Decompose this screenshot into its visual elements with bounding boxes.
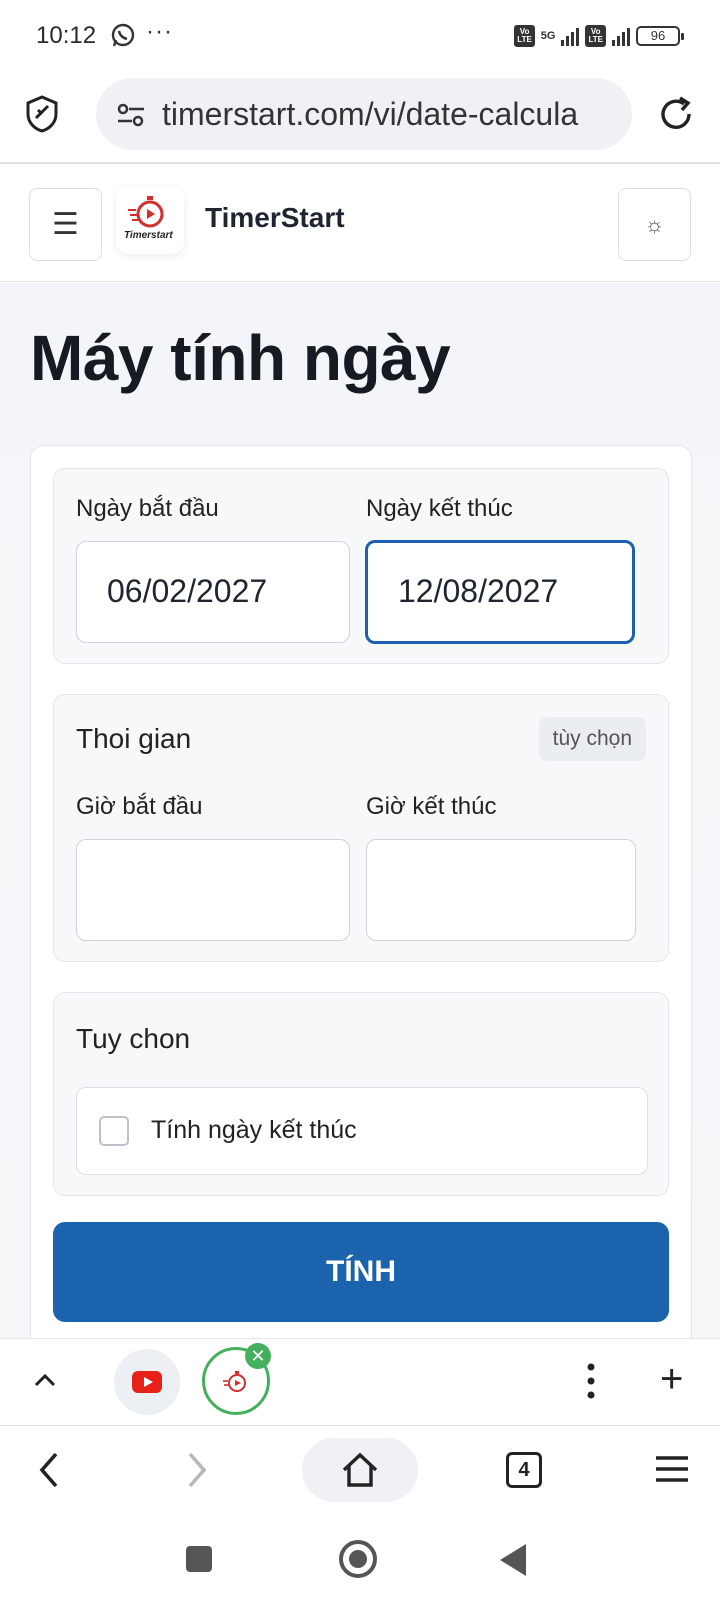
back-icon[interactable] [34,1450,64,1490]
logo-text: Timerstart [124,230,173,241]
site-header: ☰ Timerstart TimerStart ☼ [0,164,720,282]
volte-icon: Vo LTE [514,25,535,47]
stopwatch-logo-icon [128,196,164,228]
close-tab-icon[interactable]: ✕ [245,1343,271,1369]
calculate-button[interactable]: TÍNH [53,1222,669,1322]
status-bar: 10:12 ··· Vo LTE 5G Vo LTE 96 [0,0,720,72]
home-system-icon[interactable] [339,1540,377,1578]
optional-badge: tùy chọn [538,717,646,761]
status-time: 10:12 [36,22,97,49]
signal-icon [561,26,580,46]
end-date-input[interactable]: 12/08/2027 [365,540,635,644]
shield-icon[interactable] [24,94,60,134]
url-text: timerstart.com/vi/date-calcula [162,96,579,132]
time-section: Thoi gian tùy chọn Giờ bắt đầu Giờ kết t… [53,694,669,962]
end-date-label: Ngày kết thúc [366,495,513,522]
status-indicators: Vo LTE 5G Vo LTE 96 [514,22,684,50]
options-section: Tuy chon Tính ngày kết thúc [53,992,669,1196]
address-bar[interactable]: timerstart.com/vi/date-calcula [96,78,632,150]
new-tab-button[interactable]: + [660,1359,683,1399]
browser-nav-bar: 4 [0,1426,720,1516]
start-date-input[interactable]: 06/02/2027 [76,541,350,643]
battery-icon: 96 [636,26,684,46]
dates-section: Ngày bắt đầu Ngày kết thúc 06/02/2027 12… [53,468,669,664]
time-section-title: Thoi gian [76,723,192,754]
more-vertical-icon[interactable] [586,1359,596,1403]
start-time-input[interactable] [76,839,350,941]
calculate-end-date-option[interactable]: Tính ngày kết thúc [76,1087,648,1175]
reload-icon[interactable] [656,94,696,134]
options-section-title: Tuy chon [76,1023,191,1054]
start-time-label: Giờ bắt đầu [76,793,203,820]
calculate-end-date-label: Tính ngày kết thúc [151,1116,357,1144]
site-logo[interactable]: Timerstart [116,186,184,254]
page-title: Máy tính ngày [30,322,451,394]
whatsapp-icon [111,23,135,47]
brand-name[interactable]: TimerStart [205,202,345,234]
stopwatch-tab-icon [223,1371,246,1392]
tab-switcher-button[interactable]: 4 [506,1452,542,1488]
main-content: Máy tính ngày Ngày bắt đầu Ngày kết thúc… [0,283,720,1385]
youtube-icon [132,1371,162,1393]
chevron-up-icon[interactable] [30,1365,60,1395]
system-nav-bar [0,1516,720,1600]
end-time-label: Giờ kết thúc [366,793,497,820]
recents-icon[interactable] [186,1546,212,1572]
more-notifications-icon: ··· [146,18,173,45]
theme-toggle-button[interactable]: ☼ [618,188,691,261]
calculate-end-date-checkbox[interactable] [99,1116,129,1146]
signal-icon-2 [612,26,630,46]
back-system-icon[interactable] [500,1544,526,1576]
forward-icon[interactable] [182,1450,212,1490]
browser-tab-strip: ✕ + [0,1338,720,1426]
start-date-label: Ngày bắt đầu [76,495,219,522]
tab-youtube[interactable] [114,1349,180,1415]
site-settings-icon[interactable] [116,102,146,128]
end-time-input[interactable] [366,839,636,941]
menu-button[interactable]: ☰ [29,188,102,261]
calculator-card: Ngày bắt đầu Ngày kết thúc 06/02/2027 12… [30,445,692,1385]
home-button[interactable] [302,1438,418,1502]
network-type: 5G [540,30,556,42]
browser-url-bar: timerstart.com/vi/date-calcula [0,72,720,164]
home-icon [342,1452,378,1487]
hamburger-menu-icon[interactable] [654,1454,690,1484]
volte-icon-2: Vo LTE [585,25,606,47]
